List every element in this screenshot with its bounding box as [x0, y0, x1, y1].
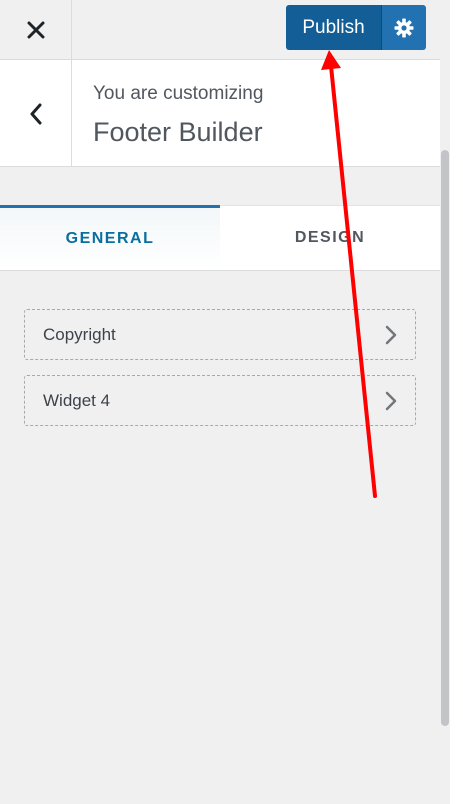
item-label: Copyright	[43, 324, 116, 344]
gear-icon	[394, 18, 414, 37]
chevron-left-icon	[30, 103, 41, 124]
customizer-sidebar: Publish You are customizing Footer Build…	[0, 0, 440, 804]
list-item-widget-4[interactable]: Widget 4	[24, 375, 416, 426]
customizer-header: Publish	[0, 0, 440, 60]
close-icon	[27, 21, 44, 39]
close-button[interactable]	[0, 0, 72, 60]
list-item-copyright[interactable]: Copyright	[24, 309, 416, 360]
back-button[interactable]	[0, 60, 72, 167]
chevron-right-icon	[385, 325, 397, 345]
tab-bar: GENERAL DESIGN	[0, 205, 440, 271]
publish-button[interactable]: Publish	[286, 5, 381, 50]
publish-settings-button[interactable]	[381, 5, 426, 50]
item-label: Widget 4	[43, 390, 111, 410]
section-header: You are customizing Footer Builder	[0, 60, 440, 167]
section-title: Footer Builder	[93, 117, 263, 147]
tab-general[interactable]: GENERAL	[0, 205, 220, 270]
scrollbar-thumb[interactable]	[441, 150, 449, 726]
chevron-right-icon	[385, 391, 397, 411]
publish-group: Publish	[286, 5, 426, 50]
customizing-label: You are customizing	[93, 83, 264, 104]
tab-design[interactable]: DESIGN	[220, 205, 440, 270]
preview-area	[450, 0, 463, 804]
